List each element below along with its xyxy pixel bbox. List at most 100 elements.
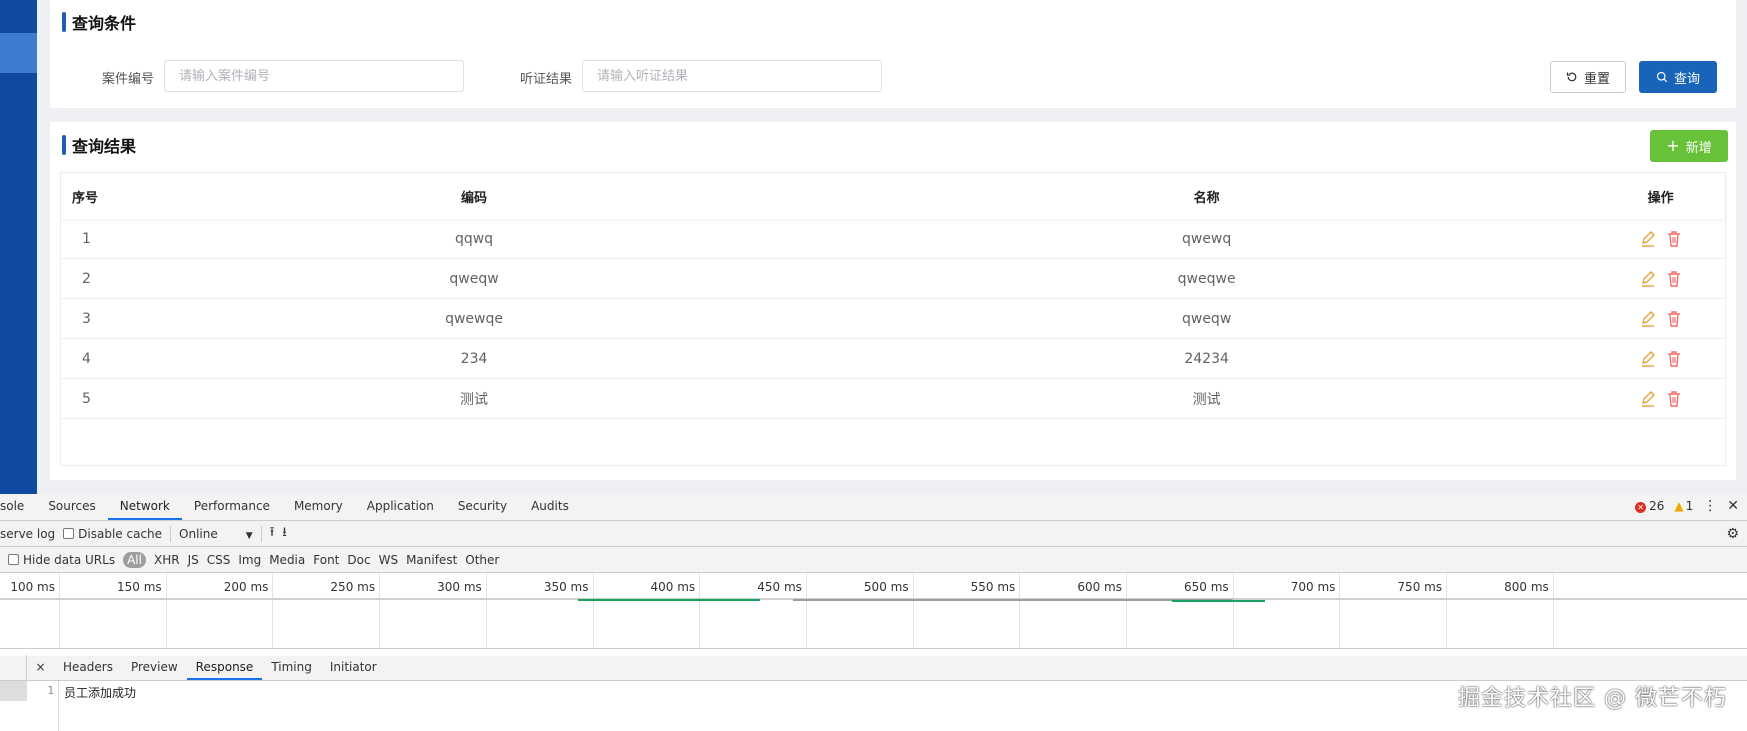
table-row: 3 qwewqe qweqw [61,299,1725,339]
filter-js[interactable]: JS [188,553,199,567]
filter-doc[interactable]: Doc [347,553,370,567]
devtools-tab-sole[interactable]: sole [0,494,36,520]
delete-icon[interactable] [1665,390,1683,408]
edit-icon[interactable] [1639,310,1657,328]
hearing-result-input[interactable] [582,60,882,92]
reset-button-label: 重置 [1583,71,1610,87]
filter-font[interactable]: Font [313,553,339,567]
devtools-tab-security[interactable]: Security [446,494,519,520]
filter-other[interactable]: Other [465,553,499,567]
add-button[interactable]: + 新增 [1650,130,1728,162]
timeline-gridline [1232,573,1234,648]
filter-img[interactable]: Img [238,553,261,567]
hide-data-urls-checkbox[interactable]: Hide data URLs [8,553,115,567]
devtools-tab-performance[interactable]: Performance [182,494,282,520]
delete-icon[interactable] [1665,310,1683,328]
table-empty-space [61,419,1725,465]
network-timeline: 100 ms 150 ms 200 ms 250 ms 300 ms 350 ms 400 … [0,573,1747,649]
result-table: 序号 编码 名称 操作 1 qqwq qwewq 2 qweqw qweqwe 3 qwewq… [60,172,1726,466]
cell-index: 2 [82,270,91,287]
timeline-tick-label: 600 ms [1077,580,1122,594]
timeline-gridline [699,573,701,648]
warning-count[interactable]: ▲ 1 [1674,499,1693,513]
search-button[interactable]: 查询 [1639,61,1717,93]
filter-ws[interactable]: WS [379,553,398,567]
timeline-tick-label: 750 ms [1397,580,1443,594]
close-devtools-icon[interactable]: ✕ [1727,498,1739,514]
dropdown-icon: ▼ [245,530,253,541]
timeline-gridline [59,573,60,648]
devtools-tab-network[interactable]: Network [107,494,182,520]
devtools-tab-sources[interactable]: Sources [36,494,107,520]
timeline-tick-label: 400 ms [650,580,696,594]
cell-ops [1596,350,1725,368]
devtools-panel: sole Sources Network Performance Memory Appli… [0,494,1747,731]
error-icon: ✕ [1635,502,1647,513]
detail-tab-response[interactable]: Response [186,655,263,680]
throttle-select[interactable]: Online ▼ [179,527,253,541]
cell-ops [1596,270,1725,288]
export-har-icon[interactable]: ⭳ [282,523,287,545]
case-number-input[interactable] [164,60,464,92]
toolbar-divider [170,525,172,542]
timeline-tick-label: 650 ms [1184,580,1229,594]
filter-css[interactable]: CSS [207,553,231,567]
timeline-tick-label: 350 ms [543,580,589,594]
edit-icon[interactable] [1639,270,1657,288]
cell-name: 24234 [1184,350,1229,367]
result-panel: 查询结果 + 新增 序号 编码 名称 操作 1 qqwq qwewq 2 qweqw qw… [50,122,1736,480]
close-detail-icon[interactable]: × [26,655,54,680]
timeline-gridline [912,573,914,648]
edit-icon[interactable] [1639,230,1657,248]
checkbox-icon [63,527,75,539]
col-header-ops: 操作 [1647,190,1674,206]
detail-tab-preview[interactable]: Preview [122,655,187,680]
more-icon[interactable]: ⋮ [1703,498,1717,514]
edit-icon[interactable] [1639,350,1657,368]
cell-index: 1 [82,230,91,247]
devtools-tab-audits[interactable]: Audits [519,494,581,520]
plus-icon: + [1666,136,1680,155]
table-body: 1 qqwq qwewq 2 qweqw qweqwe 3 qwewqe qweqw 4 234 24… [61,219,1725,419]
timeline-gridline [1446,573,1448,648]
devtools-tab-application[interactable]: Application [355,494,446,520]
hearing-result-label: 听证结果 [520,72,573,87]
delete-icon[interactable] [1665,230,1683,248]
filter-xhr[interactable]: XHR [154,553,180,567]
settings-icon[interactable]: ⚙ [1726,526,1739,542]
filter-media[interactable]: Media [269,553,305,567]
timeline-tick-label: 500 ms [863,580,909,594]
title-accent-bar [62,135,66,155]
sidebar-active-item[interactable] [0,33,37,73]
detail-tab-headers[interactable]: Headers [54,655,122,680]
query-panel: 查询条件 案件编号 听证结果 重置 查询 [50,0,1736,108]
devtools-tab-memory[interactable]: Memory [282,494,355,520]
filter-manifest[interactable]: Manifest [406,553,457,567]
request-list-selected[interactable] [0,681,27,701]
cell-index: 5 [82,390,91,407]
timeline-gridline [1339,573,1341,648]
preserve-log-label[interactable]: serve log [0,527,55,541]
timeline-tick-label: 800 ms [1504,580,1549,594]
detail-tab-initiator[interactable]: Initiator [321,655,386,680]
cell-index: 4 [82,350,91,367]
cell-name: qweqwe [1177,270,1236,287]
timeline-gridline [1126,573,1127,648]
table-row: 2 qweqw qweqwe [61,259,1725,299]
delete-icon[interactable] [1665,270,1683,288]
edit-icon[interactable] [1639,390,1657,408]
timeline-tick-label: 250 ms [330,580,376,594]
disable-cache-checkbox[interactable]: Disable cache [63,527,162,541]
response-body: 员工添加成功 [64,686,137,700]
timeline-gridline [272,573,274,648]
detail-tab-timing[interactable]: Timing [262,655,321,680]
reset-button[interactable]: 重置 [1550,61,1626,93]
delete-icon[interactable] [1665,350,1683,368]
warning-icon: ▲ [1674,499,1684,513]
sidebar [0,0,37,494]
error-count[interactable]: ✕ 26 [1635,499,1664,513]
import-har-icon[interactable]: ⭱ [270,523,275,545]
devtools-status: ✕ 26 ▲ 1 ⋮ ✕ [1635,498,1739,514]
devtools-tabs: sole Sources Network Performance Memory Appli… [0,494,1747,521]
filter-all[interactable]: All [123,551,146,568]
